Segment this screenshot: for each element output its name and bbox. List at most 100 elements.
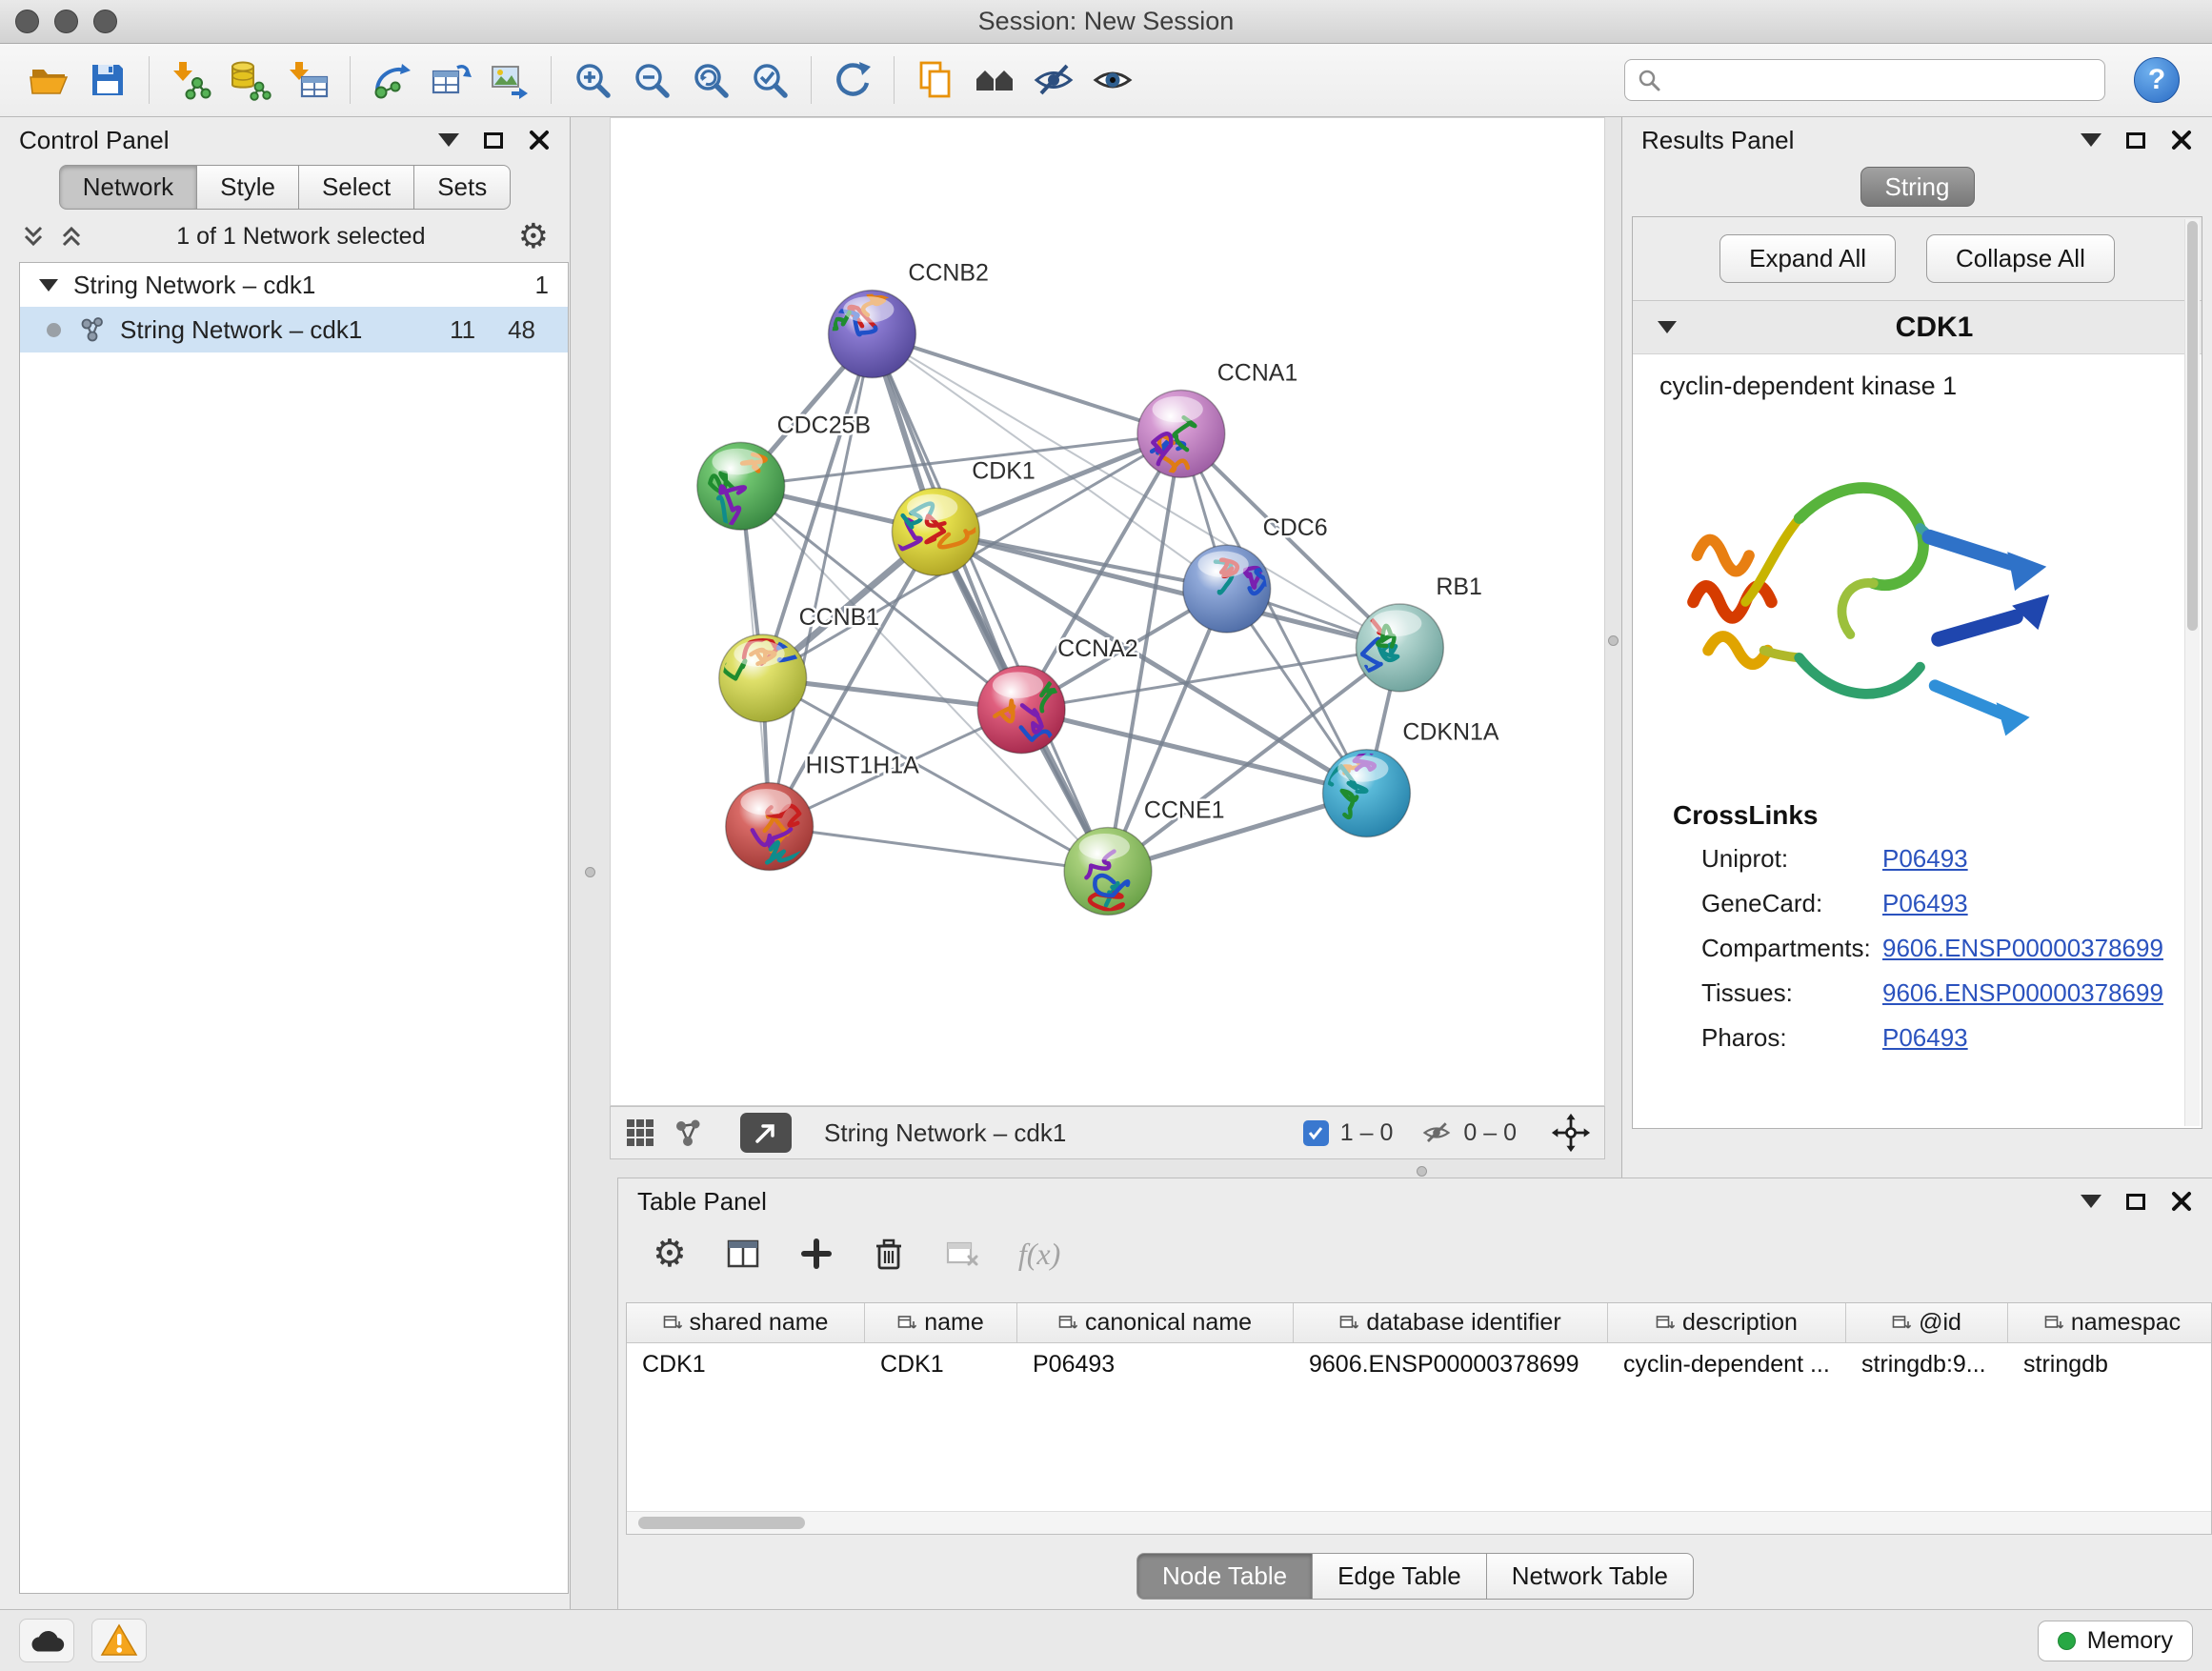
search-input[interactable] <box>1671 67 2093 93</box>
scrollbar-thumb[interactable] <box>638 1517 805 1529</box>
tab-string[interactable]: String <box>1860 167 1975 207</box>
network-edge[interactable] <box>1021 710 1366 794</box>
panel-menu-icon[interactable] <box>2081 133 2101 147</box>
help-button[interactable]: ? <box>2134 57 2180 103</box>
delete-column-trash-icon[interactable] <box>872 1237 906 1271</box>
network-edge[interactable] <box>770 827 1108 872</box>
column-header--id[interactable]: @id <box>1846 1303 2008 1342</box>
vertical-splitter-handle[interactable] <box>585 867 595 877</box>
float-panel-icon[interactable] <box>2126 1194 2145 1210</box>
table-toolbar: ⚙ f(x) <box>618 1224 2212 1281</box>
close-panel-icon[interactable] <box>2170 1190 2193 1213</box>
selected-checkbox-icon[interactable] <box>1303 1120 1329 1146</box>
zoom-fit-button[interactable] <box>681 50 740 110</box>
float-panel-icon[interactable] <box>2126 132 2145 149</box>
import-table-from-file-button[interactable] <box>279 50 338 110</box>
search-field[interactable] <box>1624 59 2105 101</box>
network-edge[interactable] <box>935 532 1399 648</box>
copy-button[interactable] <box>906 50 965 110</box>
column-header-database-identifier[interactable]: database identifier <box>1294 1303 1608 1342</box>
zoom-selected-button[interactable] <box>740 50 799 110</box>
network-item-row[interactable]: String Network – cdk1 11 48 <box>20 307 568 352</box>
apply-layout-button[interactable] <box>823 50 882 110</box>
collapse-all-button[interactable]: Collapse All <box>1926 234 2115 283</box>
add-column-icon[interactable] <box>799 1237 834 1271</box>
network-collection-row[interactable]: String Network – cdk1 1 <box>20 263 568 307</box>
close-panel-icon[interactable] <box>2170 129 2193 151</box>
cloud-status-button[interactable] <box>19 1619 74 1662</box>
show-all-button[interactable] <box>1083 50 1142 110</box>
tab-node-table[interactable]: Node Table <box>1136 1553 1313 1600</box>
table-row[interactable]: CDK1CDK1P064939606.ENSP00000378699cyclin… <box>627 1343 2211 1385</box>
first-neighbors-button[interactable] <box>965 50 1024 110</box>
table-settings-gear-icon[interactable]: ⚙ <box>653 1232 687 1276</box>
column-header-namespac[interactable]: namespac <box>2008 1303 2212 1342</box>
network-node[interactable]: HIST1H1A <box>726 753 919 871</box>
import-network-from-database-button[interactable] <box>220 50 279 110</box>
column-header-name[interactable]: name <box>865 1303 1017 1342</box>
new-network-from-selection-button[interactable] <box>362 50 421 110</box>
results-scrollbar[interactable] <box>2184 219 2200 1126</box>
tree-caret-icon[interactable] <box>39 279 58 292</box>
tab-edge-table[interactable]: Edge Table <box>1313 1553 1487 1600</box>
column-header-shared-name[interactable]: shared name <box>627 1303 865 1342</box>
open-session-button[interactable] <box>19 50 78 110</box>
close-panel-icon[interactable] <box>528 129 551 151</box>
vertical-splitter-handle[interactable] <box>1608 635 1619 646</box>
tab-select[interactable]: Select <box>299 165 414 210</box>
show-columns-icon[interactable] <box>725 1236 761 1272</box>
network-overview-icon[interactable] <box>672 1117 704 1149</box>
zoom-in-button[interactable] <box>563 50 622 110</box>
tab-network-table[interactable]: Network Table <box>1487 1553 1694 1600</box>
import-network-from-file-button[interactable] <box>161 50 220 110</box>
float-panel-icon[interactable] <box>484 132 503 149</box>
tab-network[interactable]: Network <box>59 165 197 210</box>
network-node[interactable]: CDK1 <box>888 457 1036 575</box>
crosslink-link[interactable]: P06493 <box>1882 844 1968 874</box>
network-node[interactable]: CCNB1 <box>719 604 879 722</box>
string-network-graph[interactable]: CCNB2CCNA1CDC25BCDK1CDC6RB1CCNB1CCNA2CDK… <box>611 118 1604 1105</box>
network-edge[interactable] <box>872 334 1108 872</box>
table-horizontal-scrollbar[interactable] <box>627 1511 2211 1534</box>
zoom-out-button[interactable] <box>622 50 681 110</box>
crosslink-row: Compartments:9606.ENSP00000378699 <box>1633 926 2202 971</box>
network-edge[interactable] <box>872 334 1180 434</box>
scrollbar-thumb[interactable] <box>2187 221 2198 631</box>
panel-menu-icon[interactable] <box>2081 1195 2101 1208</box>
horizontal-splitter-handle[interactable] <box>1417 1166 1427 1177</box>
memory-button[interactable]: Memory <box>2038 1621 2193 1661</box>
gene-section-header[interactable]: CDK1 <box>1633 301 2202 354</box>
zoom-window-button[interactable] <box>93 10 117 33</box>
network-view-canvas[interactable]: CCNB2CCNA1CDC25BCDK1CDC6RB1CCNB1CCNA2CDK… <box>610 117 1605 1106</box>
birdseye-grid-icon[interactable] <box>624 1117 656 1149</box>
expand-all-icon[interactable] <box>59 224 84 249</box>
network-node[interactable]: CCNE1 <box>1064 797 1224 916</box>
network-node[interactable]: CDKN1A <box>1323 719 1499 837</box>
crosslink-link[interactable]: P06493 <box>1882 1023 1968 1053</box>
gene-collapse-caret-icon[interactable] <box>1658 321 1677 333</box>
network-node[interactable]: RB1 <box>1355 574 1482 692</box>
tab-style[interactable]: Style <box>197 165 299 210</box>
export-network-button[interactable] <box>740 1113 792 1153</box>
network-node[interactable]: CCNA1 <box>1137 359 1297 477</box>
collapse-all-icon[interactable] <box>21 224 46 249</box>
crosslink-link[interactable]: 9606.ENSP00000378699 <box>1882 978 2163 1008</box>
crosslink-link[interactable]: P06493 <box>1882 889 1968 918</box>
panel-menu-icon[interactable] <box>438 133 459 147</box>
column-header-description[interactable]: description <box>1608 1303 1846 1342</box>
new-table-button[interactable] <box>421 50 480 110</box>
tab-sets[interactable]: Sets <box>414 165 511 210</box>
crosslink-link[interactable]: 9606.ENSP00000378699 <box>1882 934 2163 963</box>
warnings-button[interactable] <box>91 1619 147 1662</box>
hide-selected-button[interactable] <box>1024 50 1083 110</box>
network-node[interactable]: CCNB2 <box>819 260 989 378</box>
close-window-button[interactable] <box>15 10 39 33</box>
gear-icon[interactable]: ⚙ <box>518 216 549 256</box>
save-session-button[interactable] <box>78 50 137 110</box>
pan-crosshair-icon[interactable] <box>1551 1113 1591 1153</box>
export-image-button[interactable] <box>480 50 539 110</box>
expand-all-button[interactable]: Expand All <box>1719 234 1896 283</box>
network-edge[interactable] <box>1108 589 1227 871</box>
column-header-canonical-name[interactable]: canonical name <box>1017 1303 1294 1342</box>
minimize-window-button[interactable] <box>54 10 78 33</box>
